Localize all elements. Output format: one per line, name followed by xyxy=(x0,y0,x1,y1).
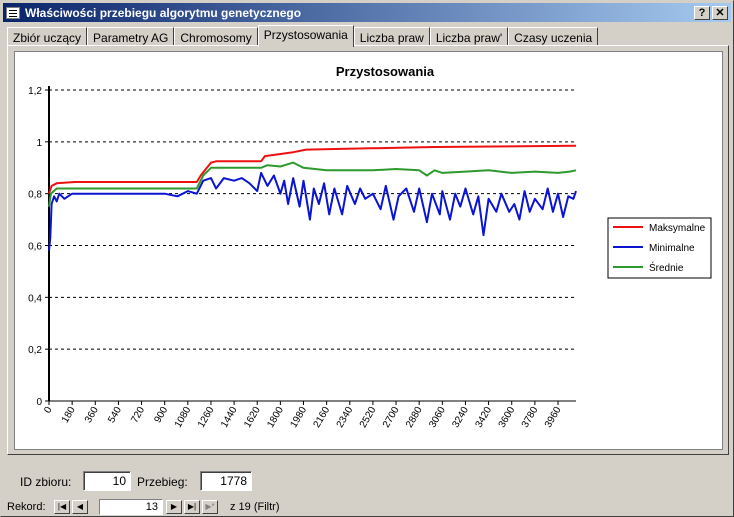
x-tick-label: 900 xyxy=(152,405,170,425)
x-tick-label: 3060 xyxy=(427,405,448,430)
x-tick-label: 1800 xyxy=(265,405,286,430)
dialog-window: Właściwości przebiegu algorytmu genetycz… xyxy=(0,0,734,517)
first-record-button[interactable]: |◀ xyxy=(54,500,70,514)
x-tick-label: 1980 xyxy=(288,405,309,430)
chart-legend: Maksymalne Minimalne Średnie xyxy=(607,217,712,279)
chart-title: Przystosowania xyxy=(336,64,435,79)
x-tick-label: 2700 xyxy=(381,405,402,430)
x-tick-label: 360 xyxy=(83,405,101,425)
x-tick-label: 1620 xyxy=(242,405,263,430)
next-record-button[interactable]: ▶ xyxy=(166,500,182,514)
legend-label-max: Maksymalne xyxy=(649,223,706,234)
przebieg-label: Przebieg: xyxy=(137,475,188,489)
y-tick-label: 0,2 xyxy=(28,345,42,356)
chart-axes xyxy=(45,86,576,405)
chart-grid xyxy=(49,89,576,350)
x-tick-label: 3960 xyxy=(543,405,564,430)
x-tick-label: 1440 xyxy=(219,405,240,430)
y-tick-label: 0,6 xyxy=(28,242,42,253)
x-tick-label: 2520 xyxy=(358,405,379,430)
tab-chromosomy[interactable]: Chromosomy xyxy=(174,27,258,47)
y-tick-label: 1 xyxy=(36,138,42,149)
x-tick-label: 3420 xyxy=(474,405,495,430)
x-tick-labels: 0 180 360 540 720 900 1080 1260 1440 1620 1800 1980… xyxy=(42,405,564,430)
tab-liczba-praw[interactable]: Liczba praw xyxy=(353,27,430,47)
y-tick-label: 1,2 xyxy=(28,86,42,97)
y-tick-label: 0,4 xyxy=(28,293,42,304)
series-line-minimalne xyxy=(48,171,577,251)
tab-strip: Zbiór uczący Parametry AG Chromosomy Prz… xyxy=(7,25,599,47)
x-tick-label: 720 xyxy=(129,405,147,425)
last-record-button[interactable]: ▶| xyxy=(184,500,200,514)
help-button[interactable]: ? xyxy=(694,5,710,20)
new-record-button[interactable]: ▶* xyxy=(202,500,218,514)
y-tick-labels: 0 0,2 0,4 0,6 0,8 1 1,2 xyxy=(28,86,42,408)
x-tick-label: 3600 xyxy=(497,405,518,430)
tab-zbior-uczacy[interactable]: Zbiór uczący xyxy=(7,27,88,47)
tab-parametry-ag[interactable]: Parametry AG xyxy=(87,27,175,47)
tab-przystosowania[interactable]: Przystosowania xyxy=(257,25,354,47)
x-tick-label: 2880 xyxy=(404,405,425,430)
legend-label-min: Minimalne xyxy=(649,243,695,254)
x-tick-label: 3780 xyxy=(520,405,541,430)
chart-series xyxy=(48,144,577,251)
fitness-chart: Przystosowania 0 0,2 0,4 0,6 0,8 1 1,2 0 180 360… xyxy=(28,64,712,430)
form-icon xyxy=(6,6,20,19)
id-zbioru-label: ID zbioru: xyxy=(20,475,72,489)
y-tick-label: 0,8 xyxy=(28,190,42,201)
window-title: Właściwości przebiegu algorytmu genetycz… xyxy=(25,5,302,20)
x-tick-label: 0 xyxy=(42,405,55,416)
x-tick-label: 1080 xyxy=(173,405,194,430)
record-label: Rekord: xyxy=(7,501,46,513)
przebieg-field[interactable]: 1778 xyxy=(200,471,252,491)
x-tick-label: 2160 xyxy=(312,405,333,430)
title-bar[interactable]: Właściwości przebiegu algorytmu genetycz… xyxy=(3,3,731,22)
close-button[interactable]: ✕ xyxy=(712,5,728,20)
prev-record-button[interactable]: ◀ xyxy=(72,500,88,514)
x-tick-label: 2340 xyxy=(335,405,356,430)
tab-liczba-praw-prim[interactable]: Liczba praw' xyxy=(429,27,509,47)
x-tick-label: 3240 xyxy=(450,405,471,430)
chart-frame: Przystosowania 0 0,2 0,4 0,6 0,8 1 1,2 0 180 360… xyxy=(14,51,723,450)
record-number-field[interactable]: 13 xyxy=(99,499,163,515)
x-tick-label: 1260 xyxy=(196,405,217,430)
id-zbioru-field[interactable]: 10 xyxy=(83,471,131,491)
record-total-text: z 19 (Filtr) xyxy=(230,501,280,513)
x-tick-label: 540 xyxy=(106,405,124,425)
tab-czasy-uczenia[interactable]: Czasy uczenia xyxy=(508,27,599,47)
x-tick-label: 180 xyxy=(60,405,78,425)
legend-label-avg: Średnie xyxy=(649,261,684,274)
y-tick-label: 0 xyxy=(36,397,42,408)
